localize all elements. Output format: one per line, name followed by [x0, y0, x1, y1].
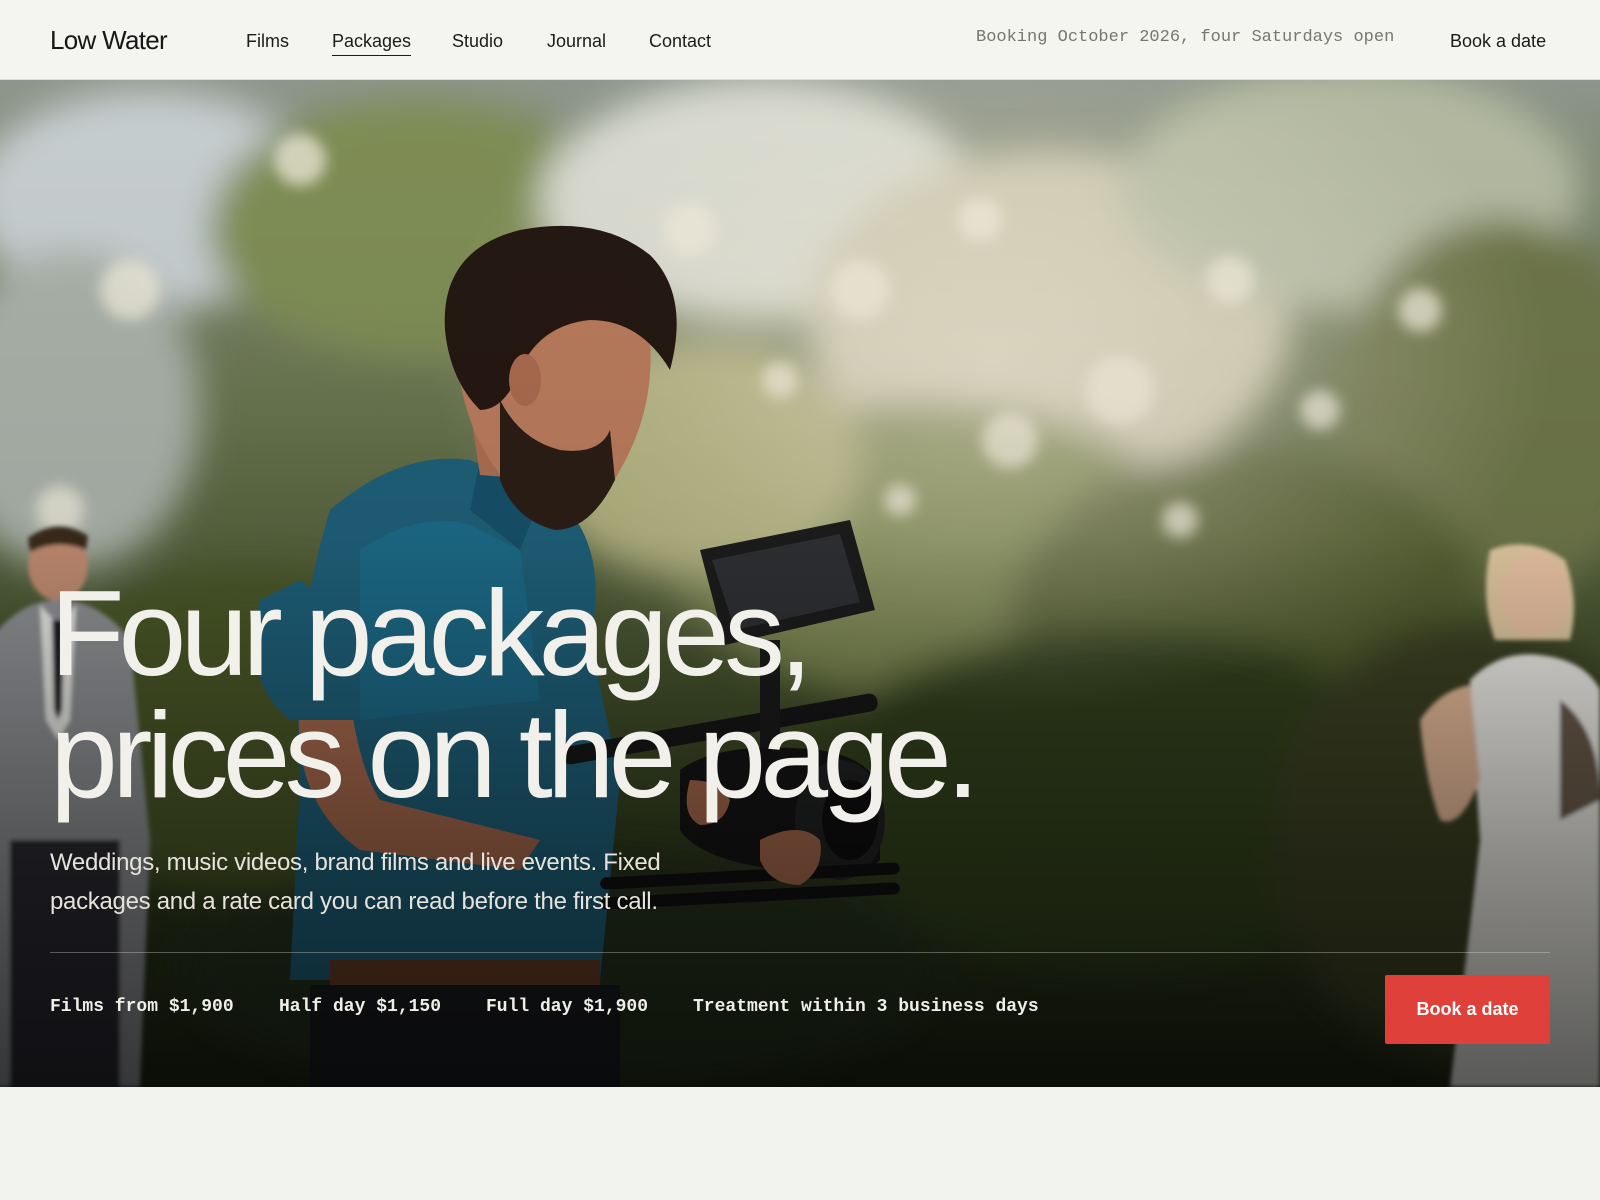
nav-item-contact[interactable]: Contact — [649, 31, 711, 55]
hero-book-date-button[interactable]: Book a date — [1385, 975, 1550, 1044]
header-book-date-link[interactable]: Book a date — [1450, 31, 1546, 52]
fact-full-day: Full day $1,900 — [486, 997, 649, 1017]
hero-headline-line-1: Four packages, — [50, 565, 813, 701]
fact-treatment-turnaround: Treatment within 3 business days — [693, 997, 1039, 1017]
brand-logo[interactable]: Low Water — [50, 25, 168, 56]
site-header: Low Water Films Packages Studio Journal … — [0, 0, 1600, 80]
nav-item-films[interactable]: Films — [246, 31, 289, 55]
fact-films-from: Films from $1,900 — [50, 997, 234, 1017]
nav-item-journal[interactable]: Journal — [547, 31, 606, 55]
booking-availability-note: Booking October 2026, four Saturdays ope… — [976, 28, 1395, 47]
nav-item-studio[interactable]: Studio — [452, 31, 503, 55]
hero-divider — [50, 952, 1550, 953]
hero-headline: Four packages, prices on the page. — [50, 572, 1350, 816]
hero-subhead: Weddings, music videos, brand films and … — [50, 849, 661, 915]
nav-item-packages[interactable]: Packages — [332, 31, 412, 56]
hero-section: Four packages, prices on the page. Weddi… — [0, 80, 1600, 1087]
hero-headline-line-2: prices on the page. — [50, 687, 980, 823]
fact-half-day: Half day $1,150 — [279, 997, 442, 1017]
